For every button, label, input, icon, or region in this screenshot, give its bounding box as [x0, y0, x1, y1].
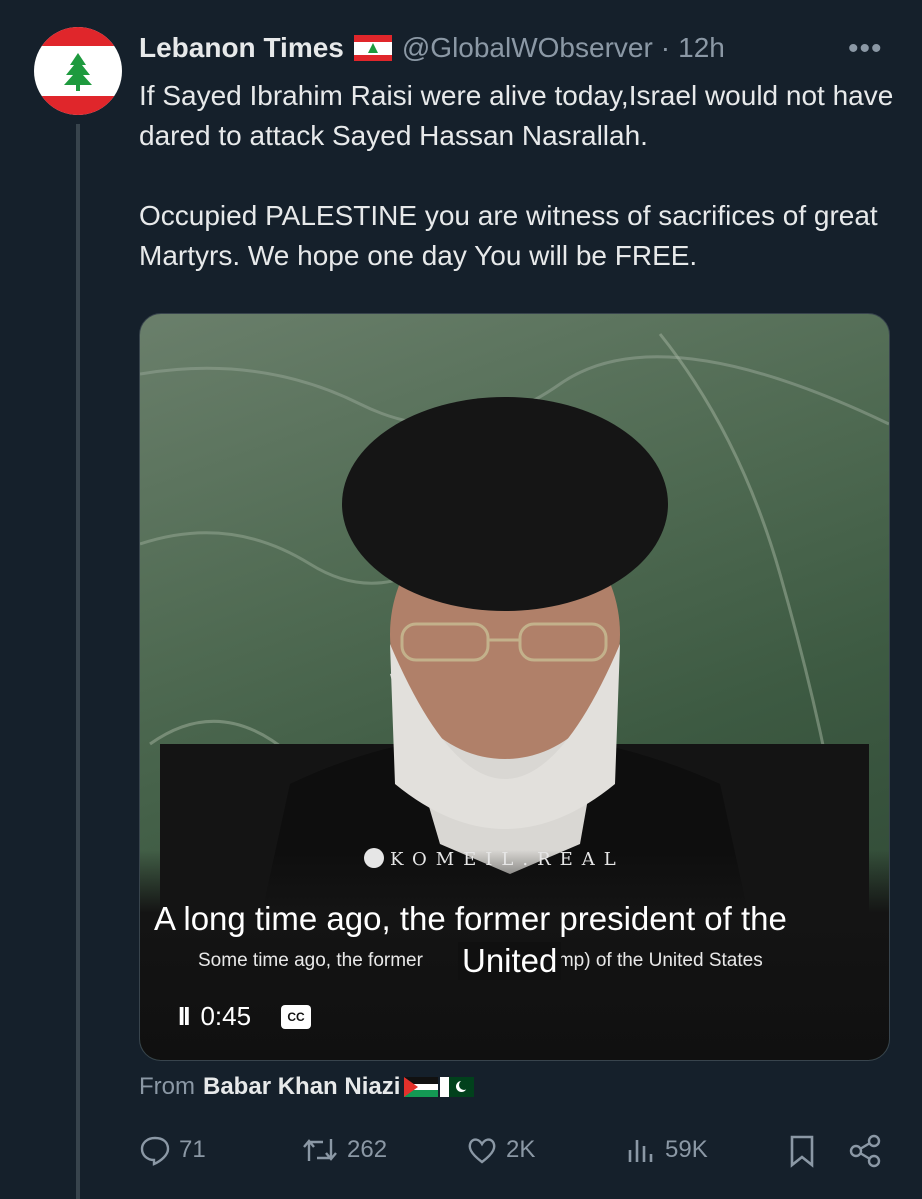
reply-count: 71	[179, 1136, 206, 1163]
source-name[interactable]: Babar Khan Niazi	[203, 1073, 400, 1101]
avatar[interactable]	[34, 27, 122, 115]
video-time: 0:45	[200, 1001, 252, 1031]
avatar-flag-band	[34, 27, 122, 47]
thread-line	[76, 124, 80, 1199]
repost-icon	[303, 1139, 337, 1161]
subcaption-end: rump) of the United States	[540, 950, 763, 971]
subcaption-start: Some time ago, the former	[198, 950, 423, 971]
watermark: KOMEIL.REAL	[364, 848, 625, 870]
reply-icon	[140, 1136, 170, 1166]
views-icon	[628, 1140, 653, 1162]
timestamp[interactable]: 12h	[678, 32, 725, 64]
watermark-text: KOMEIL.REAL	[390, 849, 625, 870]
bookmark-icon	[790, 1135, 814, 1168]
tweet-header: Lebanon Times @GlobalWObserver · 12h	[139, 30, 725, 66]
share-icon	[849, 1134, 881, 1168]
author-name[interactable]: Lebanon Times	[139, 32, 344, 64]
more-options-icon[interactable]: •••	[848, 32, 883, 66]
pause-icon[interactable]: II	[178, 1001, 191, 1032]
like-count: 2K	[506, 1136, 536, 1163]
separator-dot: ·	[660, 32, 671, 63]
video-player[interactable]: KOMEIL.REAL A long time ago, the former …	[139, 313, 890, 1061]
palestine-flag-icon	[404, 1077, 439, 1097]
tweet-paragraph: If Sayed Ibrahim Raisi were alive today,…	[139, 80, 894, 151]
video-caption-overlay: United	[458, 942, 562, 980]
video-caption: A long time ago, the former president of…	[154, 900, 787, 937]
like-button[interactable]: 2K	[466, 1134, 535, 1166]
action-bar: 71 262 2K 59K	[139, 1134, 889, 1174]
repost-button[interactable]: 262	[301, 1134, 387, 1166]
video-source: From Babar Khan Niazi	[139, 1073, 475, 1101]
video-controls: II 0:45 CC	[178, 1001, 312, 1032]
lebanon-flag-icon	[353, 35, 392, 61]
reply-button[interactable]: 71	[139, 1134, 206, 1166]
avatar-flag-band	[34, 95, 122, 115]
views-button[interactable]: 59K	[625, 1134, 708, 1166]
tweet-text: If Sayed Ibrahim Raisi were alive today,…	[139, 76, 899, 276]
heart-icon	[468, 1138, 496, 1164]
from-label: From	[139, 1073, 195, 1100]
repost-count: 262	[347, 1136, 388, 1163]
share-button[interactable]	[847, 1134, 893, 1168]
closed-captions-button[interactable]: CC	[281, 1004, 312, 1029]
view-count: 59K	[665, 1136, 708, 1163]
bookmark-button[interactable]	[787, 1134, 825, 1168]
pakistan-flag-icon	[440, 1077, 475, 1097]
tweet-paragraph: Occupied PALESTINE you are witness of sa…	[139, 200, 878, 271]
author-handle[interactable]: @GlobalWObserver	[402, 32, 653, 64]
cedar-icon	[64, 53, 92, 91]
instagram-icon	[364, 848, 384, 868]
